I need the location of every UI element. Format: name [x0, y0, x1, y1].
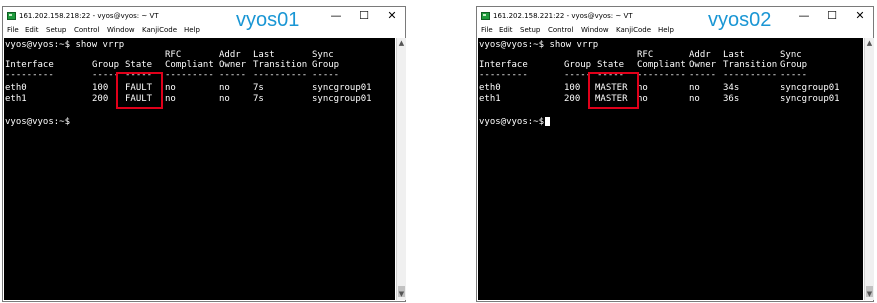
text-cursor	[545, 117, 550, 126]
terminal-window-vyos01[interactable]: 161.202.158.218:22 - vyos@vyos: ~ VT vyo…	[2, 6, 406, 302]
terminal-window-vyos02[interactable]: 161.202.158.221:22 - vyos@vyos: ~ VT vyo…	[476, 6, 874, 302]
command-line: vyos@vyos:~$ show vrrp	[5, 40, 125, 50]
row0-owner: no	[689, 83, 700, 93]
header-state: State	[125, 60, 153, 70]
menu-control[interactable]: Control	[548, 26, 573, 34]
separator-compliant: ---------	[637, 70, 686, 80]
header-rfc-line1: RFC	[165, 50, 182, 60]
terminal-app-icon	[481, 12, 490, 20]
row0-transition: 34s	[723, 83, 740, 93]
row0-interface: eth0	[5, 83, 27, 93]
state-highlight-box	[116, 72, 163, 109]
scroll-up-icon[interactable]: ▲	[397, 39, 406, 48]
header-sync-group: Group	[780, 60, 808, 70]
window-title: 161.202.158.218:22 - vyos@vyos: ~ VT	[19, 12, 159, 20]
terminal-screen[interactable]: vyos@vyos:~$ show vrrp RFC Addr Last Syn…	[478, 38, 863, 300]
vertical-scrollbar[interactable]: ▲ ▼	[864, 38, 874, 300]
header-rfc-line1: RFC	[637, 50, 654, 60]
separator-compliant: ---------	[165, 70, 214, 80]
row0-group: 100	[92, 83, 109, 93]
header-last-line1: Last	[723, 50, 745, 60]
menu-help[interactable]: Help	[658, 26, 674, 34]
menu-control[interactable]: Control	[74, 26, 99, 34]
row0-interface: eth0	[479, 83, 501, 93]
row1-transition: 7s	[253, 94, 264, 104]
shell-prompt: vyos@vyos:~$	[479, 117, 545, 127]
header-sync-line1: Sync	[780, 50, 802, 60]
row1-sync-group: syncgroup01	[780, 94, 840, 104]
separator-owner: -----	[219, 70, 247, 80]
separator-transition: ----------	[723, 70, 778, 80]
header-last-line1: Last	[253, 50, 275, 60]
row0-sync-group: syncgroup01	[312, 83, 372, 93]
separator-owner: -----	[689, 70, 717, 80]
menu-window[interactable]: Window	[581, 26, 609, 34]
menu-kanjicode[interactable]: KanjiCode	[142, 26, 177, 34]
header-compliant: Compliant	[165, 60, 214, 70]
maximize-icon[interactable]: ☐	[826, 10, 838, 22]
separator-interface: ---------	[479, 70, 528, 80]
menu-bar: File Edit Setup Control Window KanjiCode…	[477, 25, 873, 37]
row1-sync-group: syncgroup01	[312, 94, 372, 104]
row0-group: 100	[564, 83, 581, 93]
title-bar[interactable]: 161.202.158.218:22 - vyos@vyos: ~ VT vyo…	[3, 7, 405, 31]
separator-sync: -----	[312, 70, 340, 80]
scroll-down-icon[interactable]: ▼	[397, 290, 406, 299]
row1-compliant: no	[165, 94, 176, 104]
header-group: Group	[92, 60, 120, 70]
row1-group: 200	[92, 94, 109, 104]
header-group: Group	[564, 60, 592, 70]
menu-bar: File Edit Setup Control Window KanjiCode…	[3, 25, 405, 37]
window-title: 161.202.158.221:22 - vyos@vyos: ~ VT	[493, 12, 633, 20]
row1-group: 200	[564, 94, 581, 104]
separator-sync: -----	[780, 70, 808, 80]
row0-owner: no	[219, 83, 230, 93]
row1-interface: eth1	[479, 94, 501, 104]
menu-kanjicode[interactable]: KanjiCode	[616, 26, 651, 34]
menu-setup[interactable]: Setup	[46, 26, 66, 34]
vertical-scrollbar[interactable]: ▲ ▼	[396, 38, 406, 300]
scroll-down-icon[interactable]: ▼	[865, 290, 874, 299]
header-addr-line1: Addr	[689, 50, 711, 60]
state-highlight-box	[588, 72, 639, 109]
header-owner: Owner	[219, 60, 247, 70]
row1-interface: eth1	[5, 94, 27, 104]
menu-edit[interactable]: Edit	[25, 26, 39, 34]
title-bar[interactable]: 161.202.158.221:22 - vyos@vyos: ~ VT vyo…	[477, 7, 873, 31]
scroll-up-icon[interactable]: ▲	[865, 39, 874, 48]
terminal-app-icon	[7, 12, 16, 20]
separator-interface: ---------	[5, 70, 54, 80]
menu-file[interactable]: File	[481, 26, 493, 34]
menu-window[interactable]: Window	[107, 26, 135, 34]
header-addr-line1: Addr	[219, 50, 241, 60]
row0-transition: 7s	[253, 83, 264, 93]
header-interface: Interface	[479, 60, 528, 70]
header-owner: Owner	[689, 60, 717, 70]
separator-transition: ----------	[253, 70, 308, 80]
header-state: State	[597, 60, 625, 70]
menu-edit[interactable]: Edit	[499, 26, 513, 34]
header-interface: Interface	[5, 60, 54, 70]
menu-file[interactable]: File	[7, 26, 19, 34]
row1-owner: no	[219, 94, 230, 104]
header-sync-line1: Sync	[312, 50, 334, 60]
close-icon[interactable]: ✕	[854, 10, 866, 22]
header-transition: Transition	[253, 60, 308, 70]
row1-transition: 36s	[723, 94, 740, 104]
menu-help[interactable]: Help	[184, 26, 200, 34]
minimize-icon[interactable]: —	[798, 10, 810, 22]
row0-compliant: no	[165, 83, 176, 93]
minimize-icon[interactable]: —	[330, 10, 342, 22]
shell-prompt: vyos@vyos:~$	[5, 117, 71, 127]
row1-owner: no	[689, 94, 700, 104]
header-transition: Transition	[723, 60, 778, 70]
row0-sync-group: syncgroup01	[780, 83, 840, 93]
header-compliant: Compliant	[637, 60, 686, 70]
header-sync-group: Group	[312, 60, 340, 70]
close-icon[interactable]: ✕	[386, 10, 398, 22]
maximize-icon[interactable]: ☐	[358, 10, 370, 22]
command-line: vyos@vyos:~$ show vrrp	[479, 40, 599, 50]
terminal-screen[interactable]: vyos@vyos:~$ show vrrp RFC Addr Last Syn…	[4, 38, 395, 300]
menu-setup[interactable]: Setup	[520, 26, 540, 34]
